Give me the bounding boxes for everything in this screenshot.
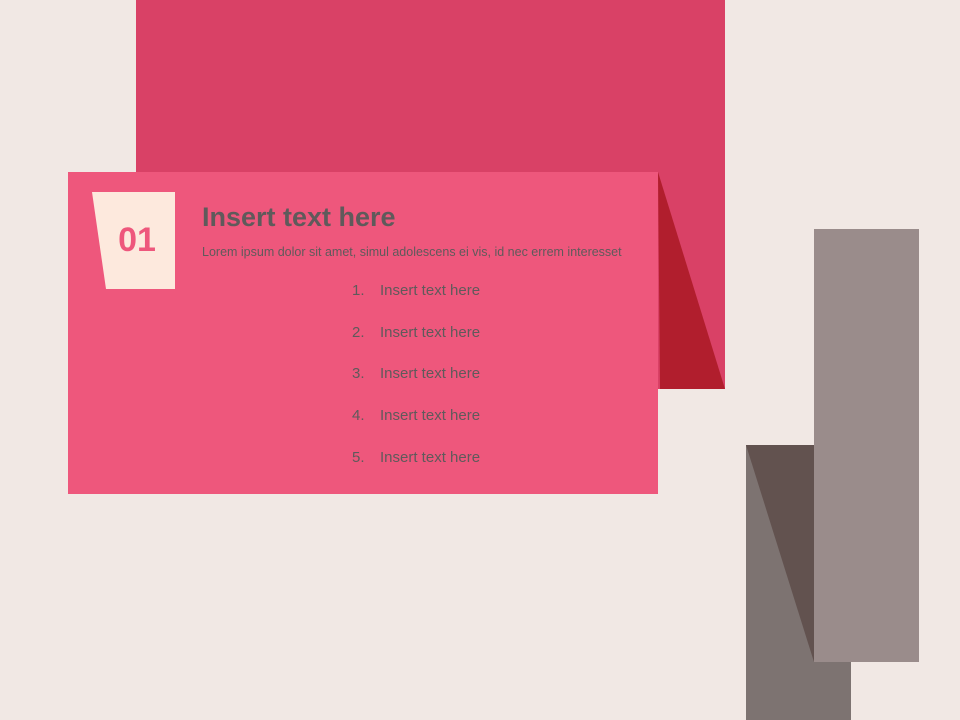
list-item-text: Insert text here <box>380 448 481 466</box>
list-item-number: 2. <box>352 323 365 341</box>
list-item-text: Insert text here <box>380 365 481 383</box>
list-item-text: Insert text here <box>380 407 481 425</box>
list-item-number: 5. <box>352 448 365 466</box>
list-item: 2. Insert text here <box>352 324 480 366</box>
card-body-text: Lorem ipsum dolor sit amet, simul adoles… <box>202 245 622 259</box>
content-card: 01 Insert text here Lorem ipsum dolor si… <box>68 172 658 494</box>
list-item-number: 3. <box>352 365 365 383</box>
slide-number: 01 <box>118 221 156 259</box>
numbered-list: 1. Insert text here 2. Insert text here 3.… <box>352 282 480 490</box>
list-item: 1. Insert text here <box>352 282 480 324</box>
list-item-text: Insert text here <box>380 323 481 341</box>
list-item: 4. Insert text here <box>352 407 480 449</box>
list-item-number: 1. <box>352 282 365 299</box>
gray-light-bar <box>814 229 919 662</box>
list-item: 3. Insert text here <box>352 365 480 407</box>
list-item: 5. Insert text here <box>352 449 480 491</box>
gray-fold-shadow <box>746 445 814 662</box>
card-title: Insert text here <box>202 202 396 232</box>
list-item-text: Insert text here <box>380 282 481 299</box>
list-item-number: 4. <box>352 407 365 425</box>
